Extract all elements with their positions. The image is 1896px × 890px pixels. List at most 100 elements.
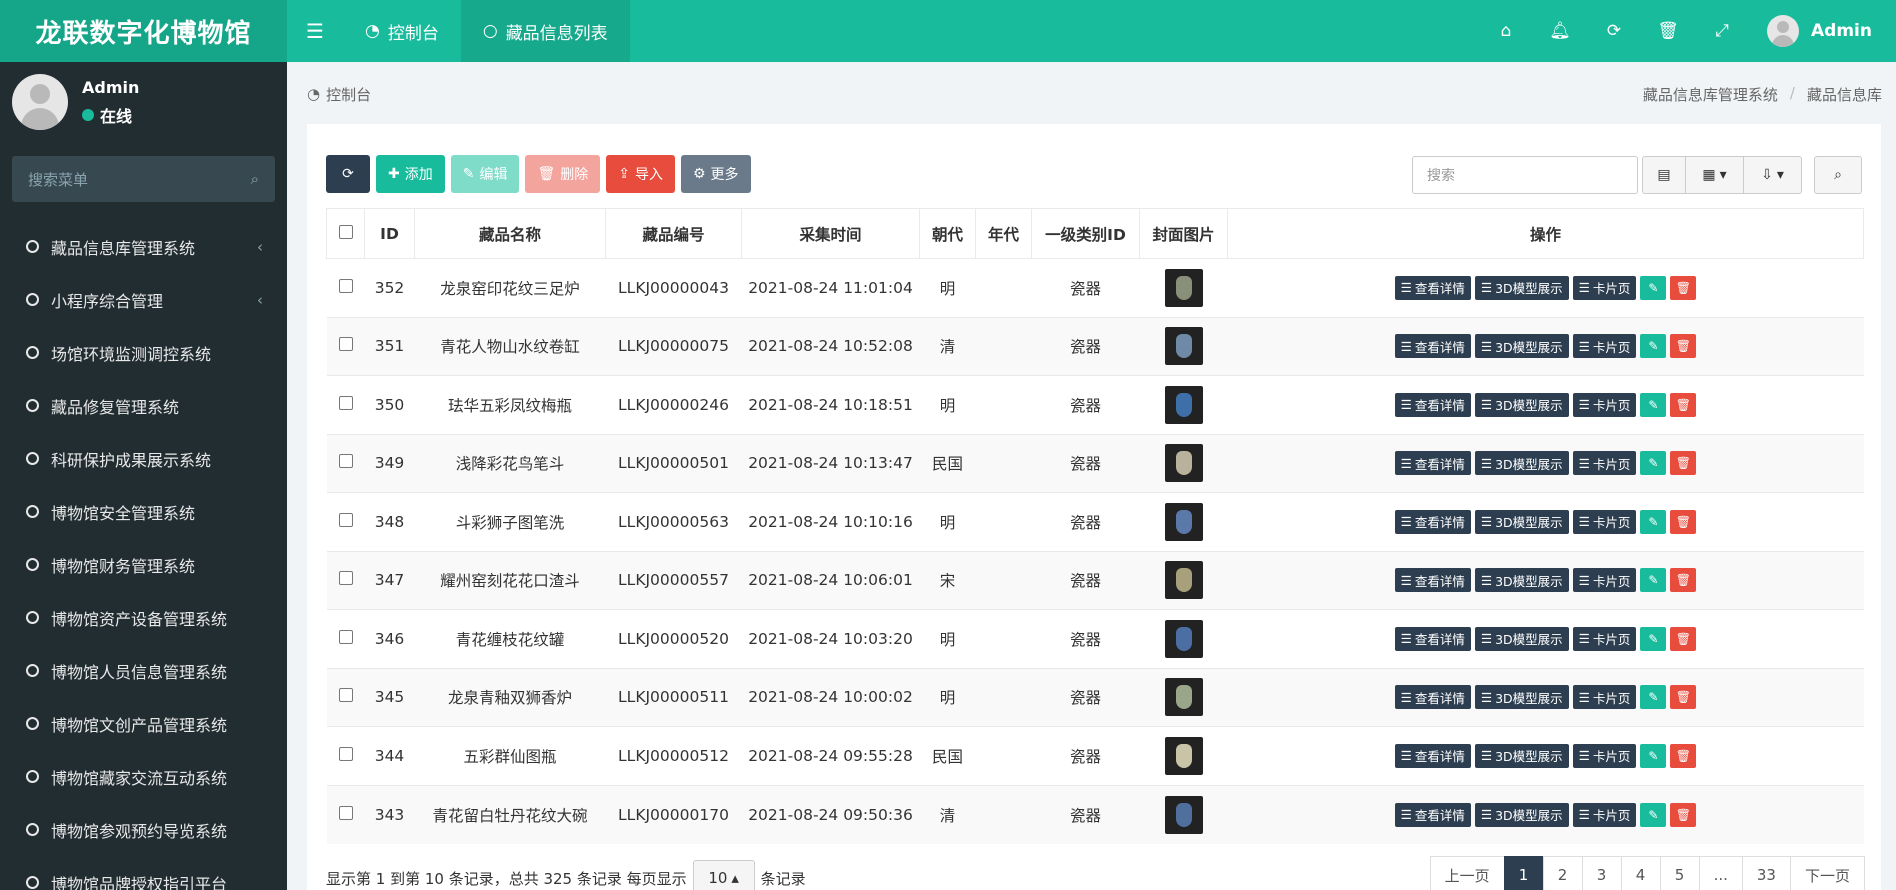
breadcrumb-item-system[interactable]: 藏品信息库管理系统 (1643, 84, 1778, 105)
toggle-view-button[interactable]: ▤ (1642, 156, 1686, 194)
more-button[interactable]: ⚙ 更多 (680, 155, 751, 193)
columns-button[interactable]: ▦ ▾ (1686, 156, 1744, 194)
user-menu[interactable]: Admin (1749, 15, 1896, 47)
sidebar-item[interactable]: 博物馆安全管理系统 (0, 485, 287, 538)
edit-button[interactable]: ✎ 编辑 (450, 155, 520, 193)
table-row[interactable]: 345 龙泉青釉双狮香炉 LLKJ00000511 2021-08-24 10:00:… (326, 667, 1864, 727)
view-detail-button[interactable]: ☰ 查看详情 (1394, 509, 1471, 534)
sidebar-item[interactable]: 场馆环境监测调控系统 (0, 326, 287, 379)
sidebar-item[interactable]: 博物馆财务管理系统 (0, 538, 287, 591)
fullscreen-icon[interactable]: ⤢ (1695, 0, 1749, 62)
row-checkbox[interactable] (338, 746, 353, 761)
delete-row-button[interactable]: 🗑︎ (1670, 451, 1697, 476)
row-checkbox[interactable] (338, 512, 353, 527)
edit-row-button[interactable]: ✎ (1640, 334, 1667, 359)
sidebar-item[interactable]: 藏品修复管理系统 (0, 379, 287, 432)
delete-row-button[interactable]: 🗑︎ (1670, 334, 1697, 359)
view-detail-button[interactable]: ☰ 查看详情 (1394, 802, 1471, 827)
edit-row-button[interactable]: ✎ (1640, 509, 1667, 534)
bell-icon[interactable]: 🔔︎ (1533, 0, 1587, 62)
refresh-icon[interactable]: ⟳ (1587, 0, 1641, 62)
row-checkbox[interactable] (338, 688, 353, 703)
edit-row-button[interactable]: ✎ (1640, 392, 1667, 417)
card-page-button[interactable]: ☰ 卡片页 (1572, 743, 1637, 768)
table-row[interactable]: 349 浅降彩花鸟笔斗 LLKJ00000501 2021-08-24 10:13:4… (326, 433, 1864, 493)
cover-thumbnail[interactable] (1164, 444, 1203, 483)
view-detail-button[interactable]: ☰ 查看详情 (1394, 685, 1471, 710)
edit-row-button[interactable]: ✎ (1640, 451, 1667, 476)
table-row[interactable]: 344 五彩群仙图瓶 LLKJ00000512 2021-08-24 09:55:28… (326, 726, 1864, 785)
card-page-button[interactable]: ☰ 卡片页 (1572, 392, 1637, 417)
edit-row-button[interactable]: ✎ (1640, 568, 1667, 593)
breadcrumb-home[interactable]: 控制台 (326, 84, 371, 105)
sidebar-item[interactable]: 博物馆人员信息管理系统 (0, 644, 287, 697)
select-all-checkbox[interactable] (338, 224, 353, 239)
header-name[interactable]: 藏品名称 (414, 208, 606, 259)
tab-collection-list[interactable]: ○ 藏品信息列表 (460, 0, 630, 62)
delete-row-button[interactable]: 🗑︎ (1670, 509, 1697, 534)
view-detail-button[interactable]: ☰ 查看详情 (1394, 392, 1471, 417)
delete-row-button[interactable]: 🗑︎ (1670, 275, 1697, 300)
edit-row-button[interactable]: ✎ (1640, 802, 1667, 827)
header-time[interactable]: 采集时间 (741, 208, 920, 259)
sidebar-item[interactable]: 博物馆资产设备管理系统 (0, 591, 287, 644)
3d-model-button[interactable]: ☰ 3D模型展示 (1474, 743, 1569, 768)
row-checkbox[interactable] (338, 571, 353, 586)
table-row[interactable]: 343 青花留白牡丹花纹大碗 LLKJ00000170 2021-08-24 09:5… (326, 784, 1864, 844)
delete-row-button[interactable]: 🗑︎ (1670, 685, 1697, 710)
view-detail-button[interactable]: ☰ 查看详情 (1394, 275, 1471, 300)
header-id[interactable]: ID (364, 208, 415, 259)
view-detail-button[interactable]: ☰ 查看详情 (1394, 743, 1471, 768)
edit-row-button[interactable]: ✎ (1640, 626, 1667, 651)
header-era[interactable]: 年代 (975, 208, 1032, 259)
delete-row-button[interactable]: 🗑︎ (1670, 802, 1697, 827)
3d-model-button[interactable]: ☰ 3D模型展示 (1474, 334, 1569, 359)
table-row[interactable]: 346 青花缠枝花纹罐 LLKJ00000520 2021-08-24 10:03:2… (326, 609, 1864, 668)
card-page-button[interactable]: ☰ 卡片页 (1572, 451, 1637, 476)
edit-row-button[interactable]: ✎ (1640, 743, 1667, 768)
sidebar-item[interactable]: 博物馆参观预约导览系统 (0, 803, 287, 856)
3d-model-button[interactable]: ☰ 3D模型展示 (1474, 275, 1569, 300)
sidebar-item[interactable]: 藏品信息库管理系统 ‹ (0, 220, 287, 273)
row-checkbox[interactable] (338, 805, 353, 820)
cover-thumbnail[interactable] (1164, 736, 1203, 775)
cover-thumbnail[interactable] (1164, 795, 1203, 834)
sidebar-item[interactable]: 博物馆藏家交流互动系统 (0, 750, 287, 803)
cover-thumbnail[interactable] (1164, 268, 1203, 307)
page-button[interactable]: 33 (1741, 856, 1791, 890)
page-button[interactable]: 5 (1659, 856, 1700, 890)
delete-button[interactable]: 🗑︎ 删除 (525, 155, 601, 193)
table-search-input[interactable]: 搜索 (1412, 156, 1638, 194)
view-detail-button[interactable]: ☰ 查看详情 (1394, 626, 1471, 651)
card-page-button[interactable]: ☰ 卡片页 (1572, 509, 1637, 534)
search-button[interactable]: ⌕ (1814, 156, 1862, 194)
sidebar-item[interactable]: 博物馆文创产品管理系统 (0, 697, 287, 750)
refresh-button[interactable]: ⟳ (326, 155, 370, 193)
import-button[interactable]: ⇪ 导入 (606, 155, 675, 193)
3d-model-button[interactable]: ☰ 3D模型展示 (1474, 802, 1569, 827)
header-dynasty[interactable]: 朝代 (919, 208, 976, 259)
cover-thumbnail[interactable] (1164, 619, 1203, 658)
cover-thumbnail[interactable] (1164, 561, 1203, 600)
page-button[interactable]: 3 (1581, 856, 1622, 890)
3d-model-button[interactable]: ☰ 3D模型展示 (1474, 509, 1569, 534)
delete-row-button[interactable]: 🗑︎ (1670, 392, 1697, 417)
menu-search-input[interactable]: 搜索菜单 ⌕ (12, 156, 275, 202)
next-page-button[interactable]: 下一页 (1789, 856, 1865, 890)
sidebar-item[interactable]: 小程序综合管理 ‹ (0, 273, 287, 326)
3d-model-button[interactable]: ☰ 3D模型展示 (1474, 568, 1569, 593)
row-checkbox[interactable] (338, 278, 353, 293)
page-button[interactable]: 2 (1542, 856, 1583, 890)
row-checkbox[interactable] (338, 395, 353, 410)
delete-row-button[interactable]: 🗑︎ (1670, 743, 1697, 768)
cover-thumbnail[interactable] (1164, 327, 1203, 366)
edit-row-button[interactable]: ✎ (1640, 685, 1667, 710)
table-row[interactable]: 352 龙泉窑印花纹三足炉 LLKJ00000043 2021-08-24 11:01… (326, 258, 1864, 317)
delete-row-button[interactable]: 🗑︎ (1670, 626, 1697, 651)
page-button[interactable]: 1 (1503, 856, 1544, 890)
card-page-button[interactable]: ☰ 卡片页 (1572, 334, 1637, 359)
card-page-button[interactable]: ☰ 卡片页 (1572, 802, 1637, 827)
home-icon[interactable]: ⌂ (1479, 0, 1533, 62)
edit-row-button[interactable]: ✎ (1640, 275, 1667, 300)
brand-logo[interactable]: 龙联数字化博物馆 (0, 0, 287, 62)
